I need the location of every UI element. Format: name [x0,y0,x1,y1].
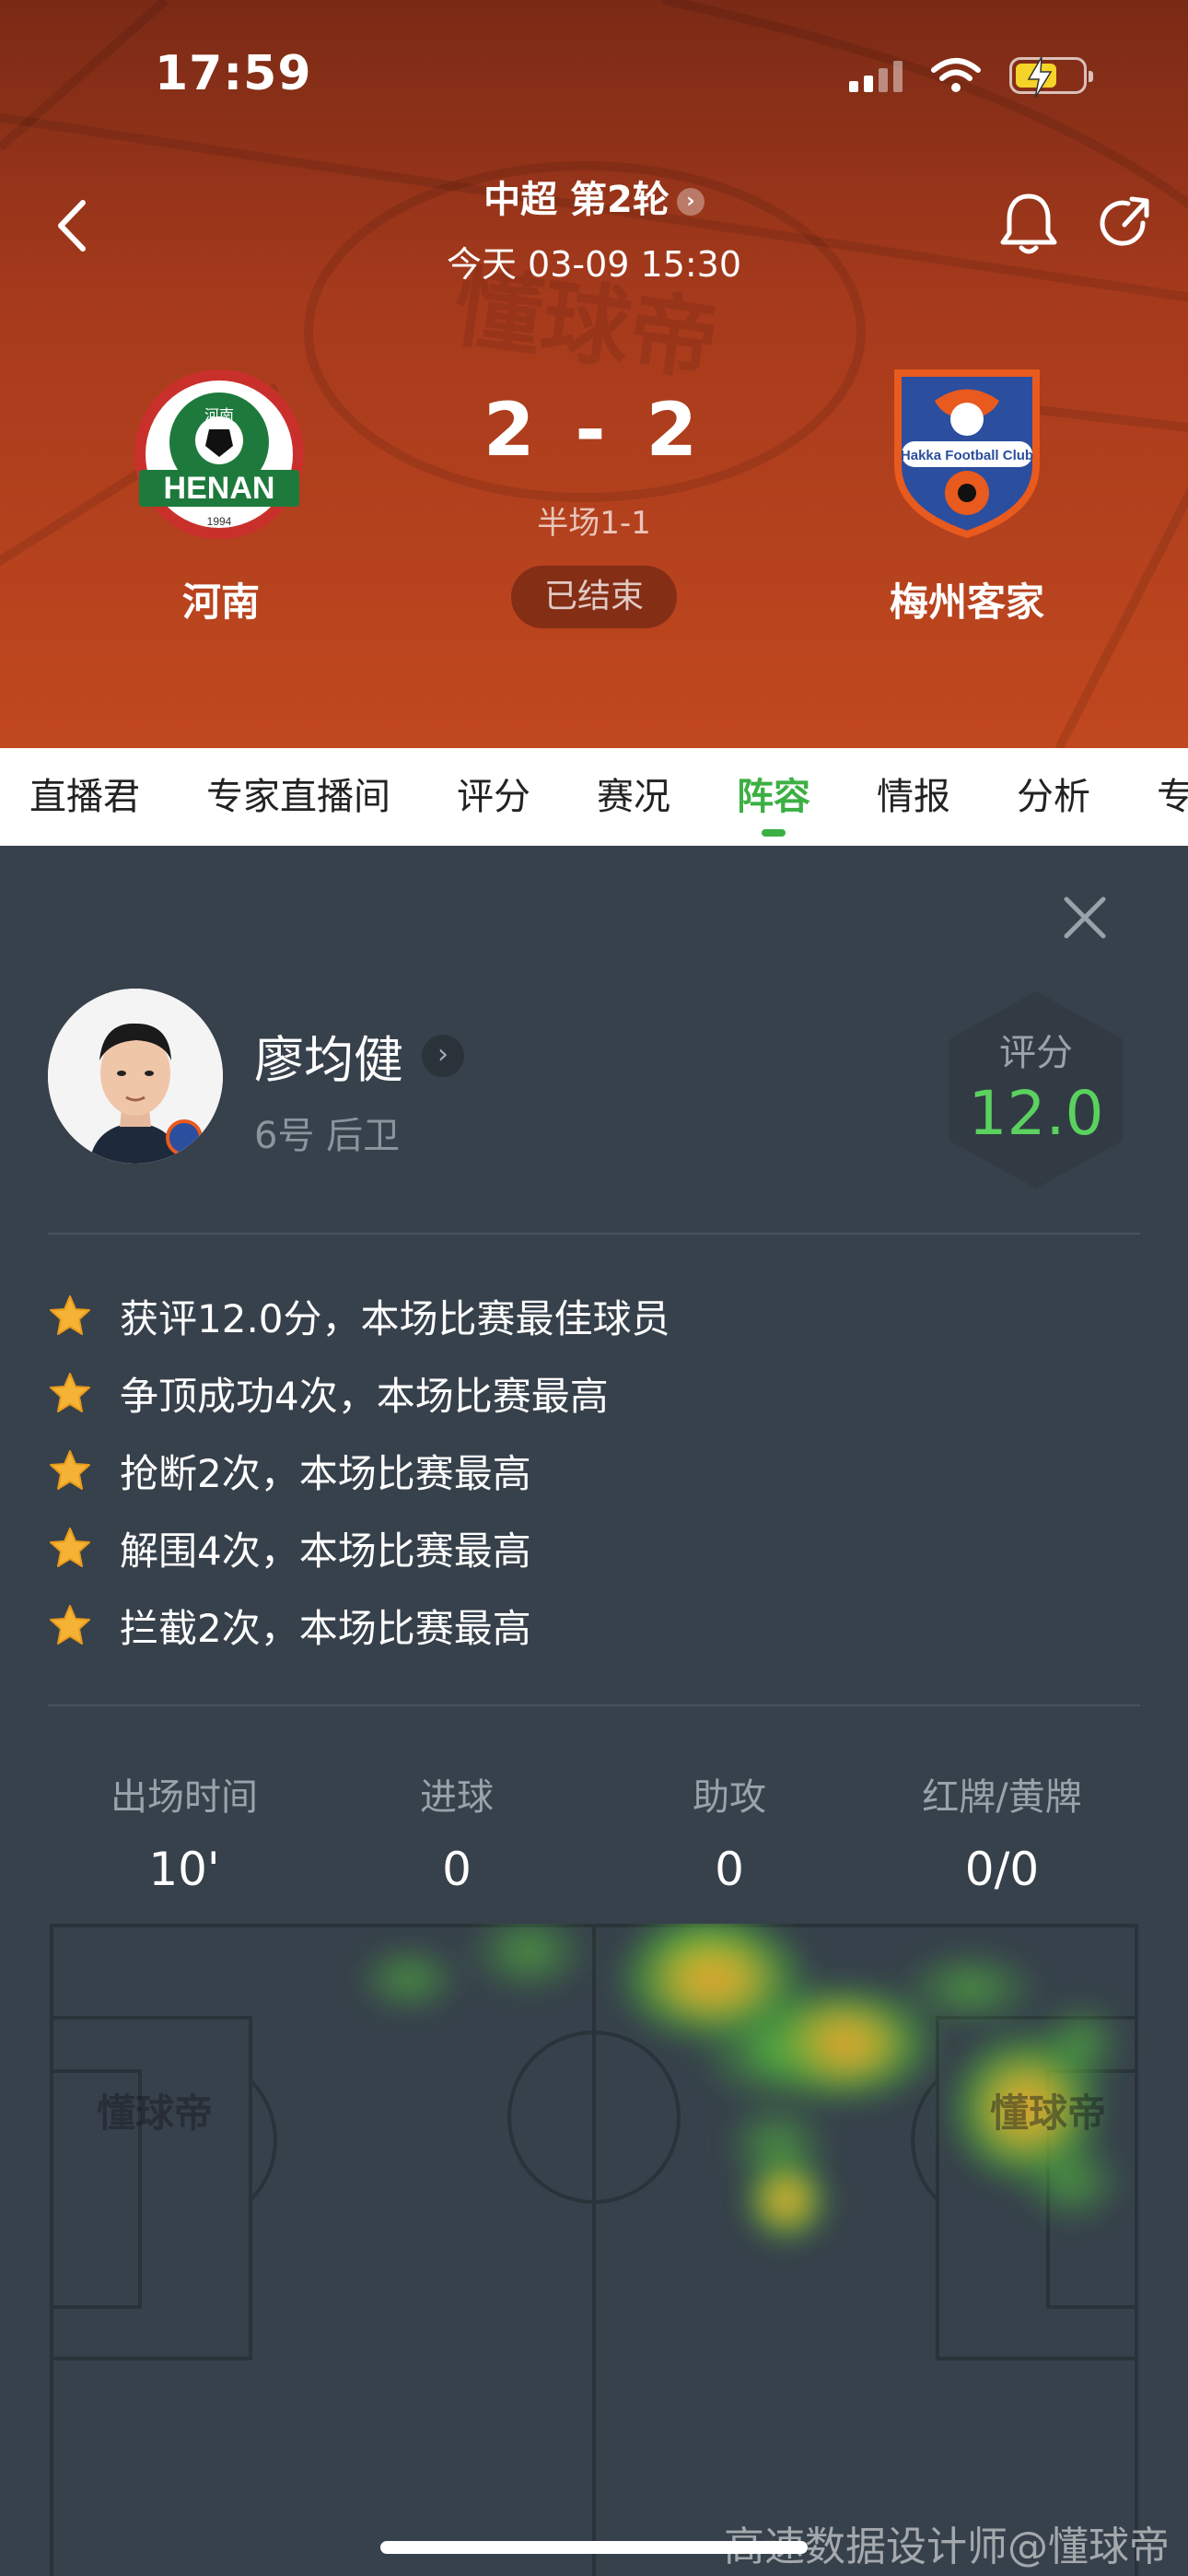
chevron-right-icon: › [676,188,705,216]
star-icon [50,1450,90,1490]
tab-expert[interactable]: 专家 [1157,748,1188,846]
divider [48,1233,1140,1235]
star-icon [50,1373,90,1412]
tab-analysis[interactable]: 分析 [1017,748,1090,846]
player-name: 廖均健 [254,1031,403,1089]
highlight-item: 争顶成功4次，本场比赛最高 [48,1354,1140,1432]
tab-live-host[interactable]: 直播君 [29,748,140,846]
player-number-position: 6号 后卫 [254,1115,401,1157]
match-header: 懂球帝 17:59 中超 第2轮 › 今天 03-09 15:30 河南 HEN… [0,0,1188,748]
rating-label: 评分 [999,1032,1073,1074]
pitch-logo-left: 懂球帝 [97,2091,213,2135]
player-avatar [48,989,223,1164]
tab-ratings[interactable]: 评分 [457,748,530,846]
heatmap-pitch: 懂球帝 懂球帝 [50,1924,1138,2576]
away-team-logo[interactable]: Hakka Football Club [879,364,1054,539]
star-icon [50,1528,90,1567]
star-icon [50,1605,90,1645]
league-round-text: 中超 第2轮 [483,179,670,221]
cellular-signal-icon [849,59,903,92]
tab-match-events[interactable]: 赛况 [597,748,670,846]
match-status-badge: 已结束 [511,566,677,628]
match-tabs: 直播君 专家直播间 评分 赛况 阵容 情报 分析 专家 [0,748,1188,846]
tab-lineup[interactable]: 阵容 [737,748,810,846]
stat-minutes: 出场时间 10' [111,1776,258,1896]
stat-goals: 进球 0 [420,1776,494,1896]
player-stats: 出场时间 10' 进球 0 助攻 0 红牌/黄牌 0/0 [48,1767,1140,1896]
heatmap-blobs [354,1924,1127,2246]
close-icon[interactable] [1059,892,1111,943]
home-team-name[interactable]: 河南 [83,571,359,627]
away-team-name[interactable]: 梅州客家 [829,571,1105,627]
tab-expert-live[interactable]: 专家直播间 [206,748,390,846]
svg-text:Hakka Football Club: Hakka Football Club [901,448,1033,463]
rating-value: 12.0 [968,1078,1104,1149]
divider [48,1704,1140,1706]
highlight-item: 获评12.0分，本场比赛最佳球员 [48,1277,1140,1354]
chevron-right-icon: › [422,1034,464,1077]
battery-icon [1009,57,1093,98]
status-icons [849,57,1093,98]
star-icon [50,1295,90,1335]
highlights-list: 获评12.0分，本场比赛最佳球员 争顶成功4次，本场比赛最高 抢断2次，本场比赛… [48,1277,1140,1664]
tab-intel[interactable]: 情报 [877,748,950,846]
wifi-icon [931,58,981,92]
pitch-logo-right: 懂球帝 [990,2091,1106,2135]
highlight-item: 解围4次，本场比赛最高 [48,1509,1140,1587]
rating-badge: 评分 12.0 [935,984,1137,1196]
share-icon[interactable] [1091,192,1156,256]
player-name-link[interactable]: 廖均健 › [254,1019,464,1092]
status-time: 17:59 [155,46,312,101]
player-detail-panel: 廖均健 › 6号 后卫 评分 12.0 获评12.0分，本场比赛最佳球员 争顶成… [0,846,1188,2576]
stat-assists: 助攻 0 [693,1776,766,1896]
bell-icon[interactable] [996,189,1061,258]
home-indicator[interactable] [380,2541,808,2554]
highlight-item: 拦截2次，本场比赛最高 [48,1587,1140,1664]
match-page: 懂球帝 17:59 中超 第2轮 › 今天 03-09 15:30 河南 HEN… [0,0,1188,2576]
highlight-item: 抢断2次，本场比赛最高 [48,1432,1140,1509]
stat-cards: 红牌/黄牌 0/0 [922,1776,1082,1896]
